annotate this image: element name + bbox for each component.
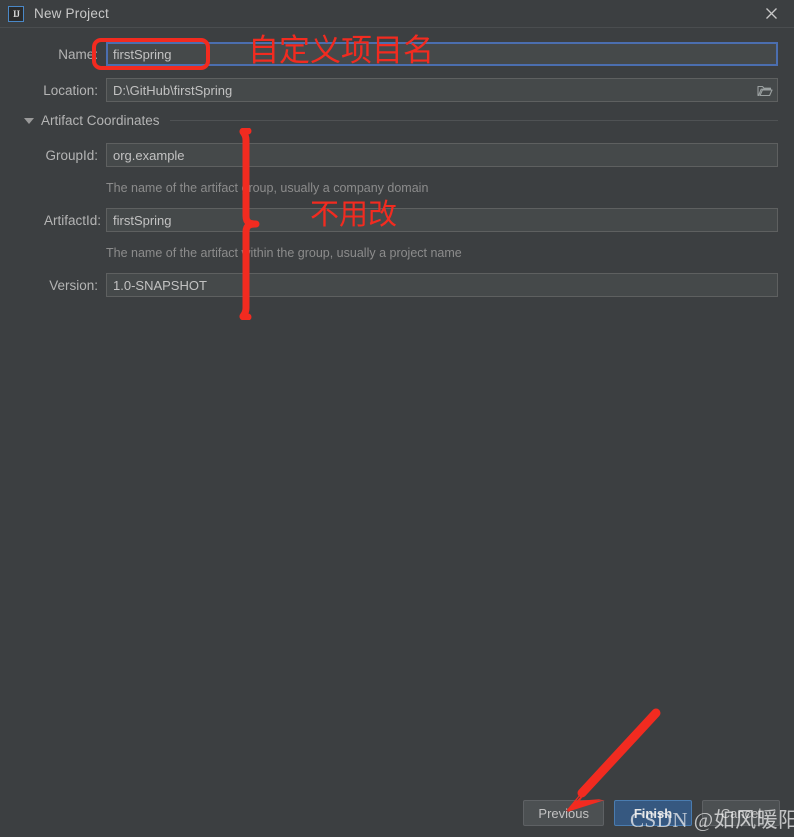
- chevron-down-icon[interactable]: [24, 117, 34, 124]
- version-row: Version: 1.0-SNAPSHOT: [44, 273, 778, 297]
- groupid-input-value: org.example: [113, 147, 185, 163]
- location-row: Location: D:\GitHub\firstSpring: [24, 78, 778, 102]
- cancel-button[interactable]: Cancel: [702, 800, 780, 826]
- intellij-idea-icon: IJ: [8, 5, 24, 22]
- version-input[interactable]: 1.0-SNAPSHOT: [106, 273, 778, 297]
- name-row: Name: firstSpring: [24, 42, 778, 66]
- groupid-hint: The name of the artifact group, usually …: [106, 181, 429, 195]
- artifact-coordinates-label: Artifact Coordinates: [41, 113, 160, 128]
- finish-button[interactable]: Finish: [614, 800, 692, 826]
- title-divider: [0, 27, 794, 28]
- groupid-input[interactable]: org.example: [106, 143, 778, 167]
- name-label: Name:: [58, 46, 98, 62]
- artifactid-row: ArtifactId: firstSpring: [44, 208, 778, 232]
- close-button[interactable]: [748, 0, 794, 27]
- artifactid-hint: The name of the artifact within the grou…: [106, 246, 462, 260]
- location-label: Location:: [43, 82, 98, 98]
- version-input-value: 1.0-SNAPSHOT: [113, 277, 207, 293]
- dialog-button-bar: Previous Finish Cancel: [0, 789, 794, 837]
- location-input[interactable]: D:\GitHub\firstSpring: [106, 78, 778, 102]
- section-divider: [169, 120, 778, 121]
- previous-button[interactable]: Previous: [523, 800, 604, 826]
- name-input[interactable]: firstSpring: [106, 42, 778, 66]
- artifactid-input[interactable]: firstSpring: [106, 208, 778, 232]
- location-input-value: D:\GitHub\firstSpring: [113, 82, 233, 98]
- groupid-row: GroupId: org.example: [44, 143, 778, 167]
- artifact-coordinates-section-header[interactable]: Artifact Coordinates: [24, 113, 778, 128]
- window-title: New Project: [34, 6, 109, 21]
- artifactid-label: ArtifactId:: [44, 212, 102, 228]
- groupid-label: GroupId:: [45, 147, 98, 163]
- folder-icon[interactable]: [755, 80, 775, 100]
- artifactid-input-value: firstSpring: [113, 212, 172, 228]
- name-input-value: firstSpring: [113, 46, 172, 62]
- version-label: Version:: [49, 277, 98, 293]
- title-bar: IJ New Project: [0, 0, 794, 27]
